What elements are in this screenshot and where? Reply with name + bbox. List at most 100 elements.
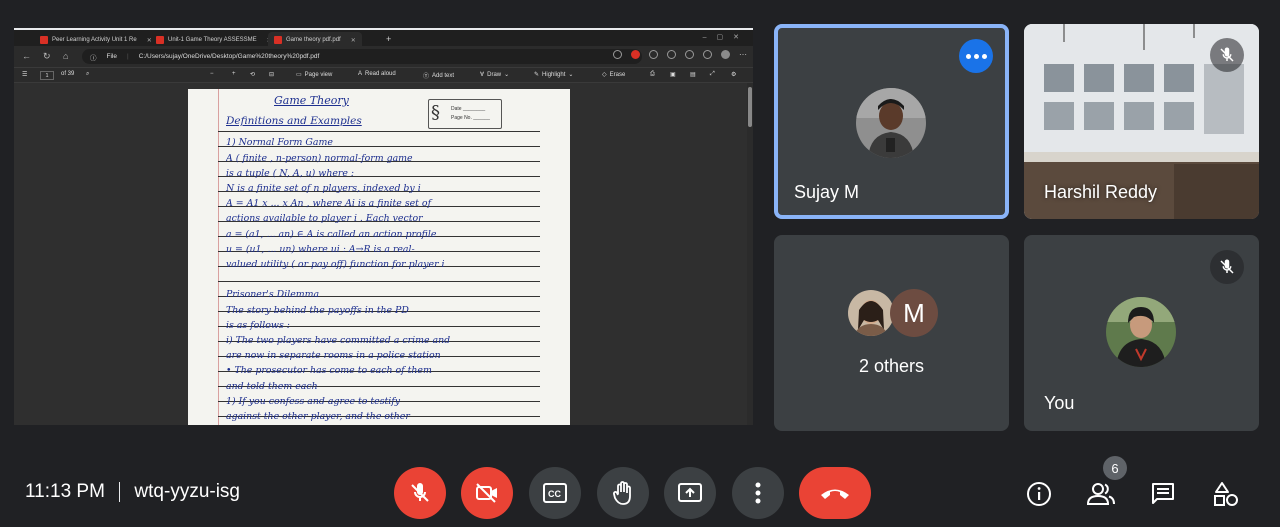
doc-title: Game Theory: [274, 94, 349, 107]
page-input[interactable]: 1: [40, 71, 54, 80]
end-call-icon: [821, 489, 849, 499]
collections-icon[interactable]: [685, 50, 694, 59]
info-icon: ⓘ: [90, 54, 97, 62]
page-view-icon: ▭: [296, 72, 302, 78]
handwritten-notes: Game Theory Definitions and Examples 1) …: [226, 93, 548, 424]
doc-line: • The prosecutor has come to each of the…: [226, 365, 432, 377]
avatar: [856, 88, 926, 158]
hand-icon: [613, 481, 631, 505]
doc-line: The story behind the payoffs in the PD: [226, 304, 409, 316]
save-icon[interactable]: ▣: [670, 71, 676, 78]
tab-label: Unit-1 Game Theory ASSESSME: [168, 37, 257, 43]
search-icon[interactable]: ⌕: [86, 71, 89, 78]
profile-icon[interactable]: [721, 50, 730, 59]
url-text: C:/Users/sujay/OneDrive/Desktop/Game%20t…: [138, 53, 320, 60]
doc-line: A = A1 x ... x An , where Ai is a finite…: [226, 198, 432, 210]
print-icon[interactable]: ⎙: [650, 71, 655, 78]
doc-line: against the other player, and the other: [226, 411, 410, 423]
pdf-icon: [156, 36, 164, 44]
contents-icon[interactable]: ☰: [22, 71, 27, 78]
meeting-details-button[interactable]: [1019, 474, 1059, 514]
more-vert-icon: [755, 482, 761, 504]
doc-line: is a tuple ( N, A, u) where :: [226, 167, 355, 179]
svg-text:CC: CC: [548, 489, 561, 499]
zoom-icon[interactable]: [613, 50, 622, 59]
erase-button[interactable]: ◇ Erase: [602, 71, 626, 79]
more-options-button[interactable]: [732, 467, 784, 519]
people-count-badge: 6: [1103, 456, 1127, 480]
page-view-button[interactable]: ▭ Page view: [296, 71, 332, 79]
read-aloud-button[interactable]: A Read aloud: [358, 71, 396, 77]
browser-tab-bar: Peer Learning Activity Unit 1 Re ✕ Unit-…: [14, 28, 753, 48]
chat-button[interactable]: [1143, 474, 1183, 514]
doc-line: [226, 272, 548, 287]
meeting-code: wtq-yyzu-isg: [134, 481, 240, 502]
margin-line: [218, 89, 219, 425]
new-tab-icon[interactable]: +: [386, 34, 391, 44]
microphone-toggle-button[interactable]: [394, 467, 446, 519]
erase-label: Erase: [609, 71, 626, 78]
mic-off-icon: [411, 483, 429, 502]
save-as-icon[interactable]: ▤: [690, 71, 696, 78]
fullscreen-icon[interactable]: ⤢: [710, 71, 715, 78]
doc-line: Prisoner's Dilemma: [226, 289, 320, 301]
settings-icon[interactable]: ⚙: [731, 71, 736, 78]
draw-button[interactable]: ∀ Draw ⌄: [480, 71, 510, 79]
more-options-icon: [965, 53, 971, 59]
reload-icon[interactable]: ↻: [43, 51, 51, 62]
participant-tile-others[interactable]: M 2 others: [774, 235, 1009, 431]
chevron-down-icon: ⌄: [504, 72, 510, 78]
participant-tile-self[interactable]: You: [1024, 235, 1259, 431]
add-favorite-icon[interactable]: [703, 50, 712, 59]
menu-icon[interactable]: ⋯: [739, 50, 747, 59]
highlight-button[interactable]: ✎ Highlight ⌄: [534, 71, 573, 79]
participant-name: Harshil Reddy: [1044, 182, 1158, 202]
home-icon[interactable]: ⌂: [63, 51, 68, 61]
add-text-button[interactable]: Ⓣ Add text: [423, 71, 455, 81]
doc-line: N is a finite set of n players, indexed …: [226, 183, 421, 195]
tab-label: Peer Learning Activity Unit 1 Re: [52, 37, 137, 43]
camera-toggle-button[interactable]: [461, 467, 513, 519]
leave-call-button[interactable]: [799, 467, 871, 519]
participant-tile-harshil[interactable]: Harshil Reddy: [1024, 24, 1259, 219]
pdf-icon: [274, 36, 282, 44]
read-aloud-label: Read aloud: [365, 71, 396, 77]
close-icon[interactable]: ✕: [351, 37, 356, 44]
more-options-button[interactable]: [959, 39, 993, 73]
present-screen-button[interactable]: [664, 467, 716, 519]
raise-hand-button[interactable]: [597, 467, 649, 519]
zoom-out-icon[interactable]: −: [210, 71, 214, 77]
avatar: [848, 290, 894, 336]
extension-icon[interactable]: [631, 50, 640, 59]
fit-page-icon[interactable]: ⊟: [269, 71, 274, 78]
back-icon[interactable]: ←: [22, 51, 31, 61]
doc-line: a = (a1, ... an) ∈ A is called an action…: [226, 228, 437, 240]
address-bar: ← ↻ ⌂ ⓘ File | C:/Users/sujay/OneDrive/D…: [14, 46, 753, 67]
url-field[interactable]: ⓘ File | C:/Users/sujay/OneDrive/Desktop…: [82, 49, 642, 64]
window-controls[interactable]: –▢✕: [703, 33, 749, 41]
favorites-icon[interactable]: [667, 50, 676, 59]
close-icon[interactable]: ✕: [147, 37, 152, 44]
zoom-in-icon[interactable]: +: [232, 71, 236, 77]
refresh-icon[interactable]: [649, 50, 658, 59]
doc-subtitle: Definitions and Examples: [226, 115, 362, 128]
captions-icon: CC: [543, 483, 567, 503]
pdf-page: § Date ________ Page No. ______ Game The…: [188, 89, 570, 425]
people-button[interactable]: [1081, 474, 1121, 514]
rotate-icon[interactable]: ⟲: [250, 71, 255, 78]
highlight-icon: ✎: [534, 72, 540, 78]
meeting-time: 11:13 PM: [25, 481, 105, 502]
pdf-viewport[interactable]: § Date ________ Page No. ______ Game The…: [14, 83, 753, 425]
others-count-label: 2 others: [858, 356, 925, 376]
participant-tile-sujay[interactable]: Sujay M: [774, 24, 1009, 219]
mic-off-icon: [1220, 47, 1234, 62]
pdf-scrollbar[interactable]: [747, 83, 753, 425]
captions-button[interactable]: CC: [529, 467, 581, 519]
page-number[interactable]: 1: [40, 71, 54, 80]
meeting-details: 11:13 PM wtq-yyzu-isg: [25, 481, 240, 503]
add-text-label: Add text: [432, 72, 455, 79]
doc-line: actions available to player i . Each vec…: [226, 213, 423, 225]
present-icon: [678, 483, 702, 502]
mic-muted-badge: [1210, 38, 1244, 72]
activities-button[interactable]: [1206, 474, 1246, 514]
